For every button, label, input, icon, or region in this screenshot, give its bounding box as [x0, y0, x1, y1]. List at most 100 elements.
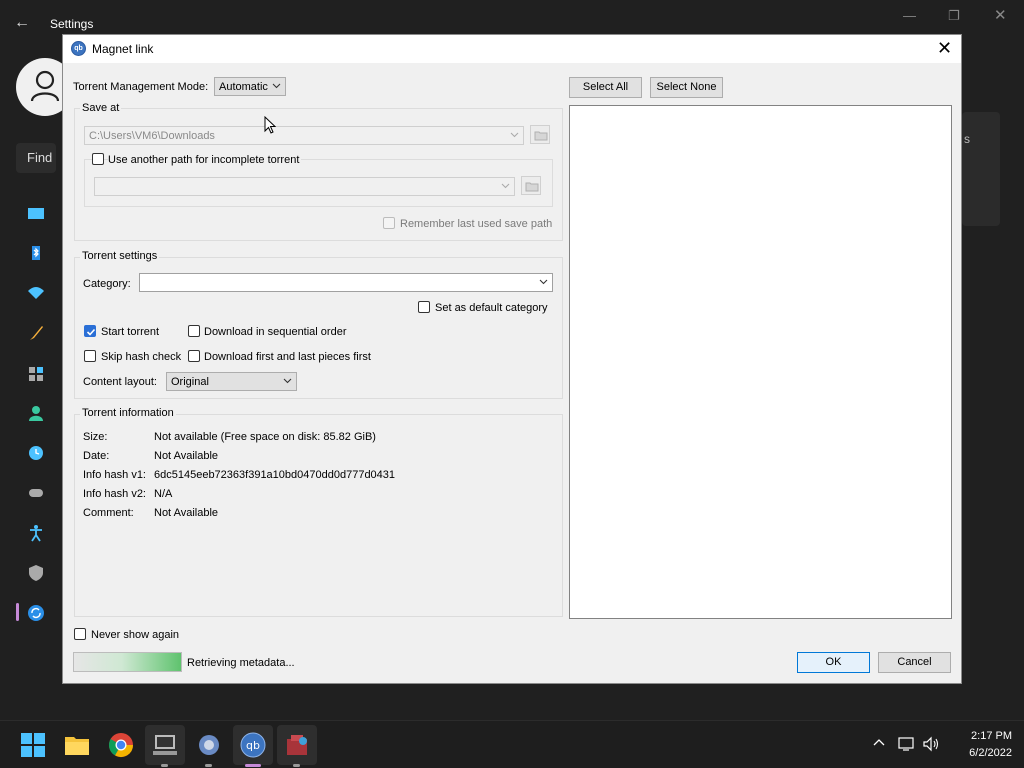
info-size-value: Not available (Free space on disk: 85.82…: [154, 431, 376, 443]
info-size-label: Size:: [83, 431, 108, 443]
taskbar: qb 2:17 PM 6/2/2022: [0, 720, 1024, 768]
sequential-download-label: Download in sequential order: [204, 326, 347, 338]
settings-card: s: [962, 112, 1000, 226]
skip-hash-check-label: Skip hash check: [101, 351, 182, 363]
content-layout-label: Content layout:: [83, 376, 157, 388]
bluetooth-icon[interactable]: [27, 244, 45, 262]
gaming-icon[interactable]: [27, 484, 45, 502]
first-last-pieces-checkbox[interactable]: [188, 350, 200, 362]
qbittorrent-taskbar-icon[interactable]: qb: [239, 731, 267, 759]
clock-date[interactable]: 6/2/2022: [952, 747, 1012, 759]
windows-update-icon[interactable]: [27, 604, 45, 622]
skip-hash-check-checkbox[interactable]: [84, 350, 96, 362]
file-explorer-icon[interactable]: [63, 731, 91, 759]
nav-selection-indicator: [16, 603, 19, 621]
running-indicator: [205, 764, 212, 767]
browse-incomplete-path-button[interactable]: [521, 176, 541, 195]
active-indicator: [245, 764, 261, 767]
dialog-close-icon[interactable]: ✕: [937, 39, 952, 57]
computer-tool-icon[interactable]: [151, 731, 179, 759]
use-another-path-label: Use another path for incomplete torrent: [108, 154, 302, 166]
windows-start-icon[interactable]: [19, 731, 47, 759]
info-hash-v1-value: 6dc5145eeb72363f391a10bd0470dd0d777d0431: [154, 469, 396, 481]
close-icon[interactable]: ✕: [994, 6, 1007, 24]
dialog-title: Magnet link: [92, 42, 154, 56]
system-icon[interactable]: [27, 205, 45, 223]
cancel-button[interactable]: Cancel: [878, 652, 951, 673]
info-date-value: Not Available: [154, 450, 219, 462]
apps-icon[interactable]: [27, 364, 45, 382]
archive-app-icon[interactable]: [283, 731, 311, 759]
set-default-category-label: Set as default category: [435, 302, 548, 314]
start-torrent-label: Start torrent: [101, 326, 160, 338]
select-all-button[interactable]: Select All: [569, 77, 642, 98]
personalization-icon[interactable]: [27, 324, 45, 342]
folder-icon: [534, 131, 548, 141]
find-setting-input[interactable]: Find: [16, 143, 56, 173]
info-comment-value: Not Available: [154, 507, 219, 519]
minimize-icon[interactable]: —: [903, 8, 916, 23]
torrent-information-group: [74, 414, 563, 617]
category-combo[interactable]: [139, 273, 553, 292]
torrent-management-mode-select[interactable]: Automatic: [214, 77, 286, 96]
start-torrent-checkbox[interactable]: [84, 325, 96, 337]
remember-save-path-label: Remember last used save path: [400, 218, 553, 230]
accounts-icon[interactable]: [27, 404, 45, 422]
volume-icon[interactable]: [922, 736, 940, 752]
set-default-category-checkbox[interactable]: [418, 301, 430, 313]
privacy-security-icon[interactable]: [27, 564, 45, 582]
magnet-link-dialog: qb Magnet link ✕ Torrent Management Mode…: [62, 34, 962, 684]
svg-text:qb: qb: [246, 739, 260, 752]
dialog-titlebar: qb Magnet link ✕: [63, 35, 961, 63]
save-at-title: Save at: [80, 102, 122, 114]
sequential-download-checkbox[interactable]: [188, 325, 200, 337]
running-indicator: [293, 764, 300, 767]
chevron-down-icon: [501, 183, 510, 189]
metadata-progress-bar: [73, 652, 182, 672]
accessibility-icon[interactable]: [27, 524, 45, 542]
file-tree-panel[interactable]: [569, 105, 952, 619]
use-another-path-checkbox[interactable]: [92, 153, 104, 165]
folder-icon: [525, 182, 539, 192]
torrent-information-title: Torrent information: [80, 407, 176, 419]
tray-chevron-up-icon[interactable]: [872, 736, 886, 750]
first-last-pieces-label: Download first and last pieces first: [204, 351, 371, 363]
content-layout-select[interactable]: Original: [166, 372, 297, 391]
torrent-management-mode-label: Torrent Management Mode:: [73, 81, 209, 93]
clock-time[interactable]: 2:17 PM: [952, 730, 1012, 742]
never-show-again-label: Never show again: [91, 629, 180, 641]
chevron-down-icon: [539, 279, 548, 285]
incomplete-path-combo[interactable]: [94, 177, 515, 196]
running-indicator: [161, 764, 168, 767]
checkmark-icon: [86, 328, 96, 336]
save-path-combo[interactable]: C:\Users\VM6\Downloads: [84, 126, 524, 145]
info-hash-v2-label: Info hash v2:: [83, 488, 146, 500]
network-tray-icon[interactable]: [898, 736, 916, 752]
settings-titlebar: ← Settings — ❐ ✕: [0, 0, 1024, 34]
qbittorrent-icon: qb: [71, 41, 86, 56]
torrent-settings-title: Torrent settings: [80, 250, 160, 262]
time-language-icon[interactable]: [27, 444, 45, 462]
info-date-label: Date:: [83, 450, 110, 462]
remember-save-path-checkbox[interactable]: [383, 217, 395, 229]
category-label: Category:: [83, 278, 131, 290]
mouse-cursor-icon: [264, 116, 276, 134]
settings-gear-icon[interactable]: [195, 731, 223, 759]
chrome-icon[interactable]: [107, 731, 135, 759]
select-none-button[interactable]: Select None: [650, 77, 723, 98]
back-arrow-icon[interactable]: ←: [14, 14, 30, 32]
network-icon[interactable]: [27, 284, 45, 302]
find-label: Find: [27, 150, 53, 165]
maximize-icon[interactable]: ❐: [948, 8, 960, 24]
chevron-down-icon: [272, 83, 281, 89]
info-comment-label: Comment:: [83, 507, 134, 519]
browse-save-path-button[interactable]: [530, 125, 550, 144]
info-hash-v1-label: Info hash v1:: [83, 469, 146, 481]
info-hash-v2-value: N/A: [154, 488, 173, 500]
never-show-again-checkbox[interactable]: [74, 628, 86, 640]
chevron-down-icon: [510, 132, 519, 138]
settings-title: Settings: [50, 17, 94, 31]
progress-status-text: Retrieving metadata...: [187, 657, 295, 669]
chevron-down-icon: [283, 378, 292, 384]
ok-button[interactable]: OK: [797, 652, 870, 673]
